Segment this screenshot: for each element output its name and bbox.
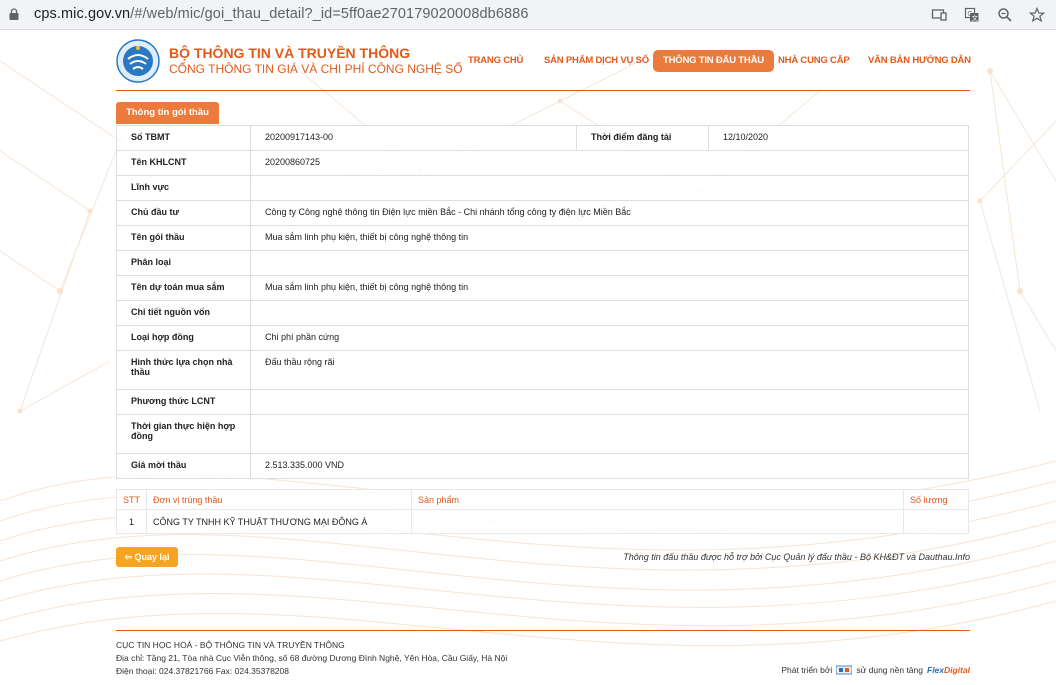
url-field[interactable]: cps.mic.gov.vn/#/web/mic/goi_thau_detail… — [34, 6, 529, 22]
col-header-don-vi: Đơn vị trúng thầu — [146, 489, 412, 510]
row-label: Tên dự toán mua sắm — [116, 275, 251, 301]
cell-so-luong — [903, 509, 969, 534]
value-thoi-diem: 12/10/2020 — [708, 125, 969, 151]
detail-row: Chi tiết nguồn vốn — [116, 300, 969, 326]
cell-stt: 1 — [116, 509, 147, 534]
tender-detail-table: Số TBMT 20200917143-00 Thời điểm đăng tả… — [116, 125, 969, 479]
row-value: Công ty Công nghệ thông tin Điện lực miề… — [250, 200, 969, 226]
tab-thong-tin-goi-thau[interactable]: Thông tin gói thầu — [116, 102, 219, 124]
detail-row: Phân loại — [116, 250, 969, 276]
detail-row: Tên dự toán mua sắm Mua sắm linh phụ kiện… — [116, 275, 969, 301]
url-path: /#/web/mic/goi_thau_detail?_id=5ff0ae270… — [130, 6, 529, 22]
row-label: Loại hợp đồng — [116, 325, 251, 351]
row-label: Tên KHLCNT — [116, 150, 251, 176]
dev-middle: sử dụng nền tảng — [856, 665, 923, 675]
url-host: cps.mic.gov.vn — [34, 6, 131, 22]
nav-thong-tin-dau-thau[interactable]: THÔNG TIN ĐẤU THẦU — [653, 50, 774, 72]
detail-row: Lĩnh vực — [116, 175, 969, 201]
row-value — [250, 300, 969, 326]
developer-credit: Phát triển bởi sử dụng nền tảng FlexDigi… — [781, 665, 970, 675]
detail-row: Chủ đầu tư Công ty Công nghệ thông tin Đi… — [116, 200, 969, 226]
row-label: Phương thức LCNT — [116, 389, 251, 415]
footer-org: CỤC TIN HỌC HOÁ - BỘ THÔNG TIN VÀ TRUYỀN… — [116, 640, 345, 650]
table-header-row: STT Đơn vị trúng thầu Sản phẩm Số lượng — [116, 489, 969, 510]
row-label: Chủ đầu tư — [116, 200, 251, 226]
col-header-stt: STT — [116, 489, 147, 510]
footer-phone: Điện thoại: 024.37821766 Fax: 024.353782… — [116, 666, 289, 676]
row-value — [250, 414, 969, 454]
value-so-tbmt: 20200917143-00 — [250, 125, 577, 151]
row-label: Thời gian thực hiện hợp đồng — [116, 414, 251, 454]
row-label: Hình thức lựa chọn nhà thầu — [116, 350, 251, 390]
dev-prefix: Phát triển bởi — [781, 665, 833, 675]
flexdigital-logo: FlexDigital — [927, 665, 970, 675]
translate-icon[interactable]: G文 — [964, 7, 980, 23]
col-header-san-pham: Sản phẩm — [411, 489, 904, 510]
row-label: Giá mời thầu — [116, 453, 251, 479]
row-value — [250, 175, 969, 201]
row-label: Tên gói thầu — [116, 225, 251, 251]
row-label: Lĩnh vực — [116, 175, 251, 201]
detail-row: Phương thức LCNT — [116, 389, 969, 415]
row-value: 20200860725 — [250, 150, 969, 176]
row-value — [250, 389, 969, 415]
developer-logo-icon — [836, 665, 853, 675]
bookmark-star-icon[interactable] — [1029, 7, 1045, 23]
detail-row: Loại hợp đồng Chi phí phần cứng — [116, 325, 969, 351]
row-value: 2.513.335.000 VND — [250, 453, 969, 479]
col-header-so-luong: Số lượng — [903, 489, 969, 510]
winning-bidder-table: STT Đơn vị trúng thầu Sản phẩm Số lượng … — [116, 489, 969, 534]
nav-van-ban[interactable]: VĂN BẢN HƯỚNG DẪN — [868, 50, 971, 72]
address-bar: cps.mic.gov.vn/#/web/mic/goi_thau_detail… — [0, 0, 1056, 30]
main-nav: TRANG CHỦ SẢN PHẨM DỊCH VỤ SỐ THÔNG TIN … — [116, 50, 971, 72]
flexdigital-logo-part-a: Flex — [927, 665, 945, 675]
footer-address: Địa chỉ: Tầng 21, Tòa nhà Cục Viễn thông… — [116, 653, 508, 663]
nav-san-pham[interactable]: SẢN PHẨM DỊCH VỤ SỐ — [544, 50, 649, 72]
detail-row: Số TBMT 20200917143-00 Thời điểm đăng tả… — [116, 125, 969, 151]
cell-san-pham — [411, 509, 904, 534]
nav-trang-chu[interactable]: TRANG CHỦ — [468, 50, 523, 72]
row-value — [250, 250, 969, 276]
detail-row: Tên KHLCNT 20200860725 — [116, 150, 969, 176]
label-thoi-diem: Thời điểm đăng tải — [576, 125, 709, 151]
cast-icon[interactable] — [931, 7, 947, 23]
svg-text:文: 文 — [972, 13, 979, 22]
footer-divider — [116, 630, 970, 631]
detail-row: Tên gói thầu Mua sắm linh phụ kiện, thiết… — [116, 225, 969, 251]
label-so-tbmt: Số TBMT — [116, 125, 251, 151]
detail-row: Thời gian thực hiện hợp đồng — [116, 414, 969, 454]
back-button[interactable]: ⇦ Quay lại — [116, 547, 178, 567]
row-value: Mua sắm linh phụ kiện, thiết bị công ngh… — [250, 275, 969, 301]
flexdigital-logo-part-b: Digital — [944, 665, 970, 675]
detail-row: Hình thức lựa chọn nhà thầu Đấu thầu rộng… — [116, 350, 969, 390]
back-arrow-icon: ⇦ — [124, 552, 135, 562]
row-value: Đấu thầu rộng rãi — [250, 350, 969, 390]
support-note: Thông tin đấu thầu được hỗ trợ bởi Cục Q… — [623, 552, 970, 562]
back-button-label: Quay lại — [134, 552, 170, 562]
header-divider — [116, 90, 970, 91]
row-label: Chi tiết nguồn vốn — [116, 300, 251, 326]
detail-row: Giá mời thầu 2.513.335.000 VND — [116, 453, 969, 479]
nav-nha-cung-cap[interactable]: NHÀ CUNG CẤP — [778, 50, 850, 72]
row-value: Chi phí phần cứng — [250, 325, 969, 351]
row-value: Mua sắm linh phụ kiện, thiết bị công ngh… — [250, 225, 969, 251]
table-row: 1 CÔNG TY TNHH KỸ THUẬT THƯƠNG MẠI ĐÔNG … — [116, 509, 969, 534]
lock-icon[interactable] — [9, 8, 19, 20]
zoom-icon[interactable] — [997, 7, 1013, 23]
row-label: Phân loại — [116, 250, 251, 276]
cell-don-vi: CÔNG TY TNHH KỸ THUẬT THƯƠNG MẠI ĐÔNG Á — [146, 509, 412, 534]
